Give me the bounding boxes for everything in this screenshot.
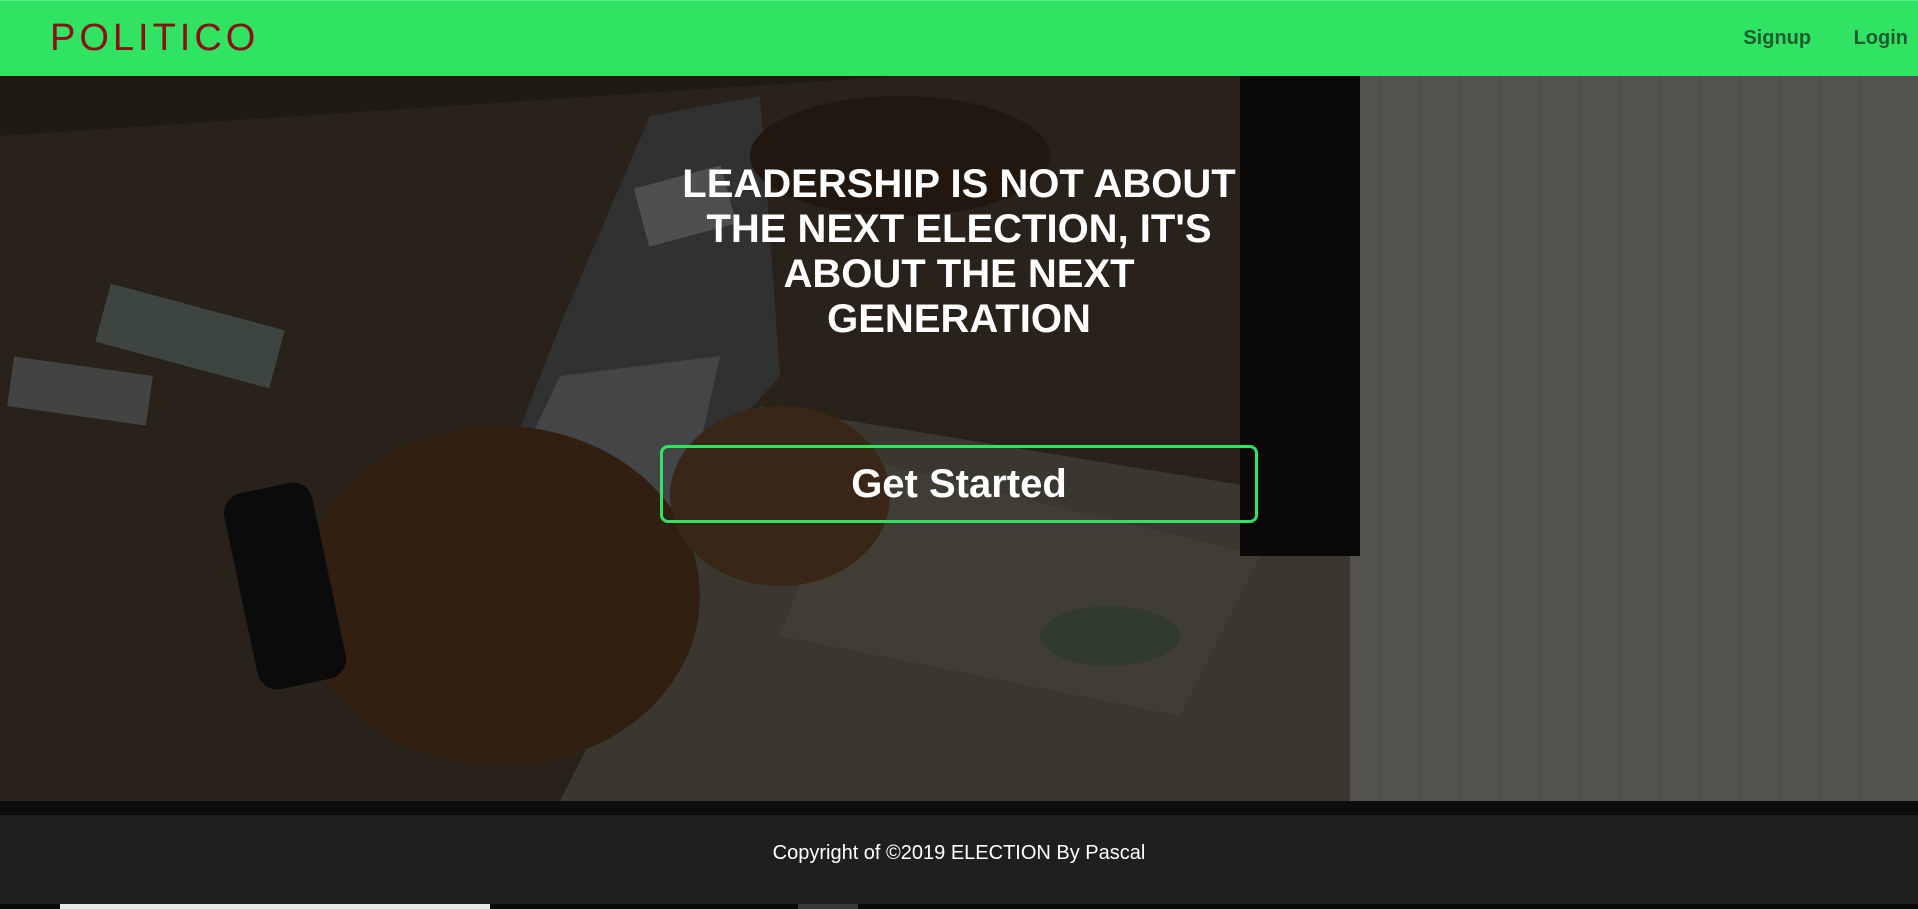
signup-link[interactable]: Signup: [1743, 26, 1811, 50]
section-divider: [0, 801, 1918, 815]
bottom-edge-segment: [798, 904, 858, 909]
login-link[interactable]: Login: [1854, 26, 1908, 50]
copyright-text: Copyright of ©2019 ELECTION By Pascal: [772, 842, 1146, 864]
navbar: POLITICO Signup Login: [0, 0, 1918, 76]
footer: Copyright of ©2019 ELECTION By Pascal: [0, 815, 1918, 909]
bottom-edge-segment: [60, 904, 490, 909]
brand-logo[interactable]: POLITICO: [50, 18, 259, 58]
hero-section: LEADERSHIP IS NOT ABOUT THE NEXT ELECTIO…: [0, 76, 1918, 801]
nav-links: Signup Login: [1705, 26, 1908, 50]
hero-headline: LEADERSHIP IS NOT ABOUT THE NEXT ELECTIO…: [682, 162, 1236, 341]
get-started-button[interactable]: Get Started: [660, 445, 1258, 523]
